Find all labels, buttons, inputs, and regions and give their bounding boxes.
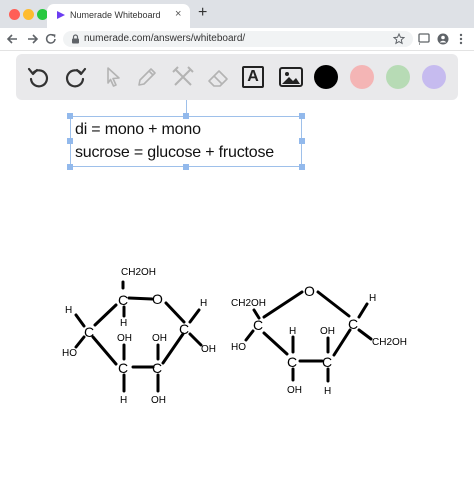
glucose-c4: C <box>84 324 94 340</box>
browser-nav-bar: numerade.com/answers/whiteboard/ <box>0 28 474 51</box>
tools-icon[interactable] <box>170 64 196 90</box>
lock-icon <box>72 34 79 44</box>
glucose-c3-h: H <box>120 395 127 406</box>
select-pointer-icon[interactable] <box>100 64 126 90</box>
browser-tab-bar: Numerade Whiteboard × + <box>0 0 474 28</box>
glucose-c3: C <box>118 360 128 376</box>
back-arrow-icon[interactable] <box>6 28 20 50</box>
fructose-ring-oxygen: O <box>304 283 315 299</box>
resize-handle[interactable] <box>299 164 305 170</box>
glucose-ch2oh: CH2OH <box>121 267 156 278</box>
fructose-c5-h: H <box>369 293 376 304</box>
resize-handle[interactable] <box>67 113 73 119</box>
browser-tab[interactable]: Numerade Whiteboard × <box>47 4 190 28</box>
minimize-window-button[interactable] <box>23 9 34 20</box>
glucose-c1: C <box>179 321 189 337</box>
undo-icon[interactable] <box>26 64 52 90</box>
color-swatch-black[interactable] <box>314 65 338 89</box>
url-text: numerade.com/answers/whiteboard/ <box>84 33 246 44</box>
fructose-labels: CH2OH O C HO C H CH2OH C H OH C OH H <box>231 283 407 397</box>
fructose-c3-h: H <box>289 326 296 337</box>
fructose-c2-ho: HO <box>231 342 246 353</box>
resize-handle[interactable] <box>299 113 305 119</box>
color-swatch-pink[interactable] <box>350 65 374 89</box>
glucose-c4-ho: HO <box>62 348 77 359</box>
eraser-icon[interactable] <box>206 64 232 90</box>
text-tool-glyph: A <box>247 68 259 85</box>
resize-handle[interactable] <box>67 164 73 170</box>
text-line-1[interactable]: di = mono + mono <box>75 121 201 139</box>
image-icon[interactable] <box>278 64 304 90</box>
numerade-logo-icon <box>57 11 65 19</box>
color-swatch-purple[interactable] <box>422 65 446 89</box>
resize-handle[interactable] <box>183 113 189 119</box>
tab-close-icon[interactable]: × <box>175 8 181 20</box>
account-avatar-icon[interactable] <box>436 28 450 50</box>
tab-title: Numerade Whiteboard <box>70 10 161 20</box>
text-tool-icon[interactable]: A <box>242 66 264 88</box>
fructose-ch2oh-left: CH2OH <box>231 298 266 309</box>
fructose-c2: C <box>253 317 263 333</box>
glucose-c3-oh: OH <box>117 333 132 344</box>
glucose-c1-oh: OH <box>201 344 216 355</box>
glucose-c1-h: H <box>200 298 207 309</box>
close-window-button[interactable] <box>9 9 20 20</box>
glucose-c2-oh: OH <box>152 333 167 344</box>
forward-arrow-icon[interactable] <box>25 28 39 50</box>
fructose-c4: C <box>322 354 332 370</box>
more-menu-icon[interactable] <box>456 28 466 50</box>
fructose-c4-oh: OH <box>320 326 335 337</box>
whiteboard-toolbar: A <box>16 54 458 100</box>
fructose-c5-ch2oh: CH2OH <box>372 337 407 348</box>
pen-icon[interactable] <box>134 64 160 90</box>
redo-icon[interactable] <box>62 64 88 90</box>
cast-icon[interactable] <box>417 28 431 50</box>
text-line-2[interactable]: sucrose = glucose + fructose <box>75 144 274 162</box>
bookmark-star-icon[interactable] <box>393 33 405 45</box>
glucose-c5-h: H <box>120 318 127 329</box>
reload-icon[interactable] <box>44 28 58 50</box>
fructose-c3-oh: OH <box>287 385 302 396</box>
new-tab-button[interactable]: + <box>198 5 207 21</box>
fructose-c5: C <box>348 316 358 332</box>
resize-handle[interactable] <box>67 138 73 144</box>
color-swatch-green[interactable] <box>386 65 410 89</box>
glucose-c5: C <box>118 292 128 308</box>
resize-handle[interactable] <box>183 164 189 170</box>
resize-handle[interactable] <box>299 138 305 144</box>
sugar-structures-drawing: CH2OH O C H C H OH C H HO C OH H C OH OH… <box>62 267 407 406</box>
fructose-c3: C <box>287 354 297 370</box>
address-bar[interactable]: numerade.com/answers/whiteboard/ <box>63 31 413 47</box>
glucose-ring-oxygen: O <box>152 291 163 307</box>
glucose-c2-oh-bottom: OH <box>151 395 166 406</box>
fructose-c4-h: H <box>324 386 331 397</box>
glucose-c4-h: H <box>65 305 72 316</box>
glucose-c2: C <box>152 360 162 376</box>
